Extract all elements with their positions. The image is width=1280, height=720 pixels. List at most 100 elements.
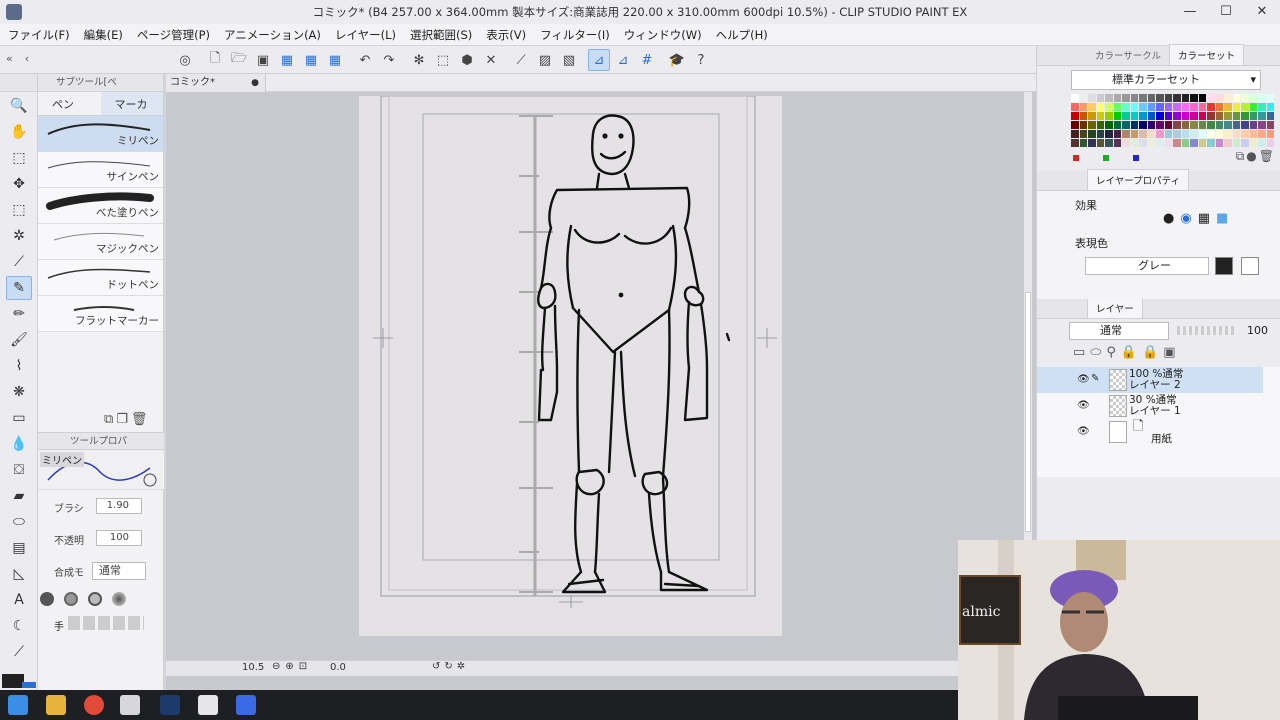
file-explorer-icon[interactable] (46, 695, 66, 715)
minimize-button[interactable]: — (1172, 0, 1208, 24)
palette-swatch[interactable] (1156, 112, 1164, 120)
brush-size-input[interactable]: 1.90 (96, 498, 142, 514)
save-icon[interactable]: ▣ (252, 49, 274, 71)
palette-swatch[interactable] (1215, 112, 1223, 120)
layer-blend-select[interactable]: 通常 (1069, 322, 1169, 340)
express-color-select[interactable]: グレー (1085, 257, 1209, 275)
palette-swatch[interactable] (1232, 130, 1240, 138)
palette-swatch[interactable] (1173, 94, 1181, 102)
palette-swatch[interactable] (1198, 103, 1206, 111)
operation-tool-icon[interactable]: ⬚ (6, 146, 32, 170)
palette-swatch[interactable] (1249, 94, 1257, 102)
menu-page[interactable]: ページ管理(P) (137, 27, 210, 43)
palette-swatch[interactable] (1088, 112, 1096, 120)
frame-tool-icon[interactable]: ▤ (6, 536, 32, 560)
fill-tool-icon[interactable]: ⛋ (6, 458, 32, 482)
palette-swatch[interactable] (1113, 130, 1121, 138)
menu-selection[interactable]: 選択範囲(S) (410, 27, 472, 43)
palette-swatch[interactable] (1249, 121, 1257, 129)
opacity-input[interactable]: 100 (96, 530, 142, 546)
photos-icon[interactable] (198, 695, 218, 715)
line-color-swatch[interactable] (1215, 257, 1233, 275)
green-swatch[interactable] (1103, 155, 1109, 161)
palette-swatch[interactable] (1249, 103, 1257, 111)
eraser-tool-icon[interactable]: ▭ (6, 406, 32, 430)
palette-swatch[interactable] (1181, 130, 1189, 138)
palette-swatch[interactable] (1130, 139, 1138, 147)
magic-wand-tool-icon[interactable]: ✲ (6, 224, 32, 248)
palette-swatch[interactable] (1164, 139, 1172, 147)
subtool-actions[interactable]: ⧉❐🗑 (104, 412, 150, 427)
palette-swatch[interactable] (1156, 130, 1164, 138)
palette-swatch[interactable] (1164, 103, 1172, 111)
panel-nav-arrows[interactable]: «‹ (6, 52, 41, 65)
correct-line-tool-icon[interactable]: ⟋ (6, 640, 32, 664)
help-icon[interactable]: ? (690, 49, 712, 71)
open-file-icon[interactable]: 🗁 (228, 49, 250, 71)
blue-swatch[interactable] (1133, 155, 1139, 161)
zoom-controls[interactable]: ⊖⊕⊡ (272, 661, 312, 672)
palette-swatch[interactable] (1122, 139, 1130, 147)
palette-swatch[interactable] (1198, 139, 1206, 147)
palette-swatch[interactable] (1190, 94, 1198, 102)
hand-tool-icon[interactable]: ✋ (6, 120, 32, 144)
border-icon[interactable]: ▧ (558, 49, 580, 71)
tab-marker[interactable]: マーカ (100, 92, 163, 115)
palette-swatch[interactable] (1113, 121, 1121, 129)
figure-tool-icon[interactable]: ⬭ (6, 510, 32, 534)
move-layer-tool-icon[interactable]: ✥ (6, 172, 32, 196)
palette-swatch[interactable] (1122, 103, 1130, 111)
marker-tool-icon[interactable]: ✎ (6, 276, 32, 300)
palette-swatch[interactable] (1096, 103, 1104, 111)
blend-tool-icon[interactable]: 💧 (6, 432, 32, 456)
palette-swatch[interactable] (1258, 112, 1266, 120)
palette-swatch[interactable] (1071, 94, 1079, 102)
clip-studio-taskbar-icon[interactable] (120, 695, 140, 715)
palette-swatch[interactable] (1266, 130, 1274, 138)
palette-swatch[interactable] (1215, 139, 1223, 147)
palette-swatch[interactable] (1181, 94, 1189, 102)
airbrush-tool-icon[interactable]: ⌇ (6, 354, 32, 378)
layer-opacity-value[interactable]: 100 (1247, 324, 1268, 337)
palette-swatch[interactable] (1105, 130, 1113, 138)
canvas-paper[interactable] (359, 95, 782, 636)
palette-swatch[interactable] (1071, 112, 1079, 120)
palette-swatch[interactable] (1198, 130, 1206, 138)
chrome-icon[interactable] (84, 695, 104, 715)
palette-swatch[interactable] (1113, 94, 1121, 102)
palette-swatch[interactable] (1105, 121, 1113, 129)
tab-color-set[interactable]: カラーセット (1169, 44, 1245, 65)
palette-swatch[interactable] (1071, 130, 1079, 138)
stabilization-slider[interactable] (68, 616, 144, 630)
layer-tool-icons[interactable]: ▭⬭⚲🔒🔒▣ (1073, 345, 1181, 360)
new-file-icon[interactable]: 🗋 (204, 49, 226, 71)
palette-swatch[interactable] (1096, 139, 1104, 147)
palette-swatch[interactable] (1198, 112, 1206, 120)
palette-swatch[interactable] (1249, 139, 1257, 147)
layer-row[interactable]: 👁 ✎ 100 %通常 レイヤー 2 (1037, 367, 1263, 393)
palette-swatch[interactable] (1232, 139, 1240, 147)
eyedropper-tool-icon[interactable]: ⟋ (6, 250, 32, 274)
palette-swatch[interactable] (1173, 121, 1181, 129)
undo-icon[interactable]: ↶ (354, 49, 376, 71)
tab-layer-property[interactable]: レイヤープロパティ (1087, 169, 1190, 190)
menu-filter[interactable]: フィルター(I) (540, 27, 610, 43)
palette-swatch[interactable] (1207, 94, 1215, 102)
palette-swatch[interactable] (1207, 130, 1215, 138)
menu-animation[interactable]: アニメーション(A) (224, 27, 321, 43)
deselect-icon[interactable]: ✕ (480, 49, 502, 71)
palette-swatch[interactable] (1088, 139, 1096, 147)
palette-swatch[interactable] (1207, 103, 1215, 111)
red-swatch[interactable] (1073, 155, 1079, 161)
canvas-drawing[interactable] (359, 95, 782, 636)
brush-item-milli-pen[interactable]: ミリペン (38, 116, 163, 152)
windows-start-icon[interactable] (8, 695, 28, 715)
scrollbar-thumb[interactable] (1025, 292, 1031, 532)
export-jpg-icon[interactable]: ▦ (324, 49, 346, 71)
invert-icon[interactable]: ▨ (534, 49, 556, 71)
menu-edit[interactable]: 編集(E) (84, 27, 123, 43)
tab-layer[interactable]: レイヤー (1087, 297, 1143, 318)
palette-swatch[interactable] (1088, 130, 1096, 138)
palette-swatch[interactable] (1079, 103, 1087, 111)
palette-swatch[interactable] (1156, 103, 1164, 111)
